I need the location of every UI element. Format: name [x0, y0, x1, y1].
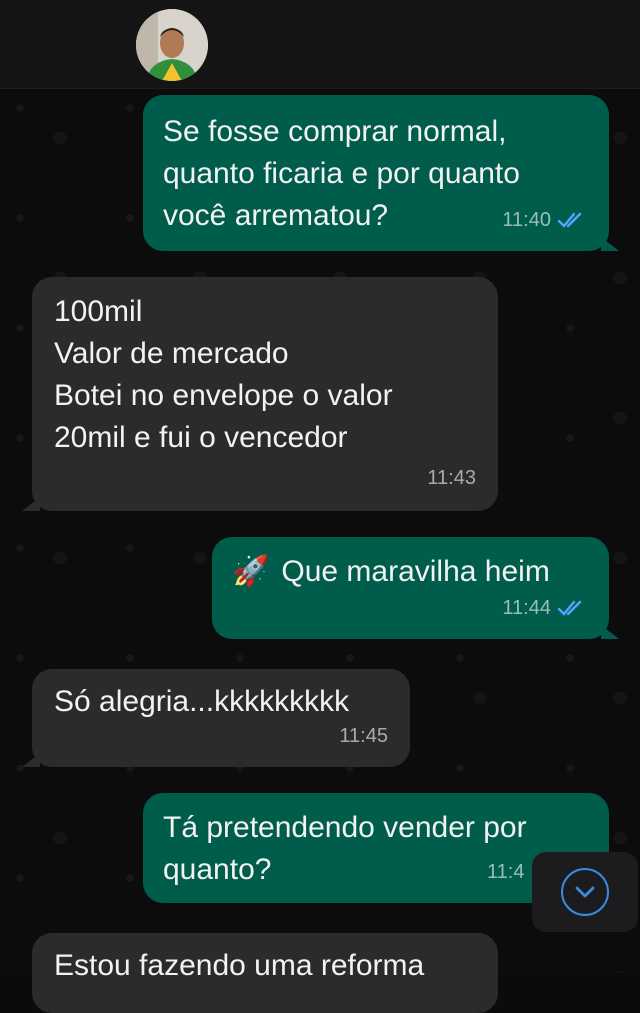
message-meta: 11:44 — [502, 587, 587, 629]
message-bubble-outgoing[interactable]: 🚀 Que maravilha heim 11:44 — [212, 537, 619, 639]
message-meta: 11:43 — [427, 457, 476, 499]
scroll-to-bottom-button[interactable] — [532, 852, 638, 932]
message-meta: 11:40 — [502, 199, 587, 241]
message-bubble-outgoing[interactable]: Se fosse comprar normal, quanto ficaria … — [143, 95, 619, 251]
avatar[interactable] — [136, 9, 208, 81]
message-text: 100mil Valor de mercado Botei no envelop… — [54, 295, 393, 454]
message-time: 11:4 — [487, 861, 525, 883]
message-time: 11:43 — [427, 467, 476, 489]
message-bubble-incoming[interactable]: Estou fazendo uma reforma — [32, 933, 498, 1013]
message-time: 11:40 — [502, 209, 551, 231]
chat-header — [0, 0, 640, 89]
chevron-down-icon — [575, 886, 595, 898]
message-meta: 11:45 — [339, 715, 388, 757]
rocket-icon: 🚀 — [232, 555, 270, 588]
message-time: 11:44 — [502, 597, 551, 619]
read-ticks-icon — [557, 212, 582, 228]
message-bubble-incoming[interactable]: Só alegria...kkkkkkkkk 11:45 — [22, 669, 410, 767]
scroll-circle — [561, 868, 609, 916]
message-time: 11:45 — [339, 725, 388, 747]
message-bubble-incoming[interactable]: 100mil Valor de mercado Botei no envelop… — [22, 277, 498, 511]
message-text: Tá pretendendo vender por quanto? — [163, 811, 527, 886]
message-meta: 11:4 — [487, 851, 524, 893]
profile-photo-icon — [136, 9, 208, 81]
read-ticks-icon — [557, 600, 582, 616]
message-text: Estou fazendo uma reforma — [54, 949, 425, 982]
message-text: Só alegria...kkkkkkkkk — [54, 685, 350, 718]
